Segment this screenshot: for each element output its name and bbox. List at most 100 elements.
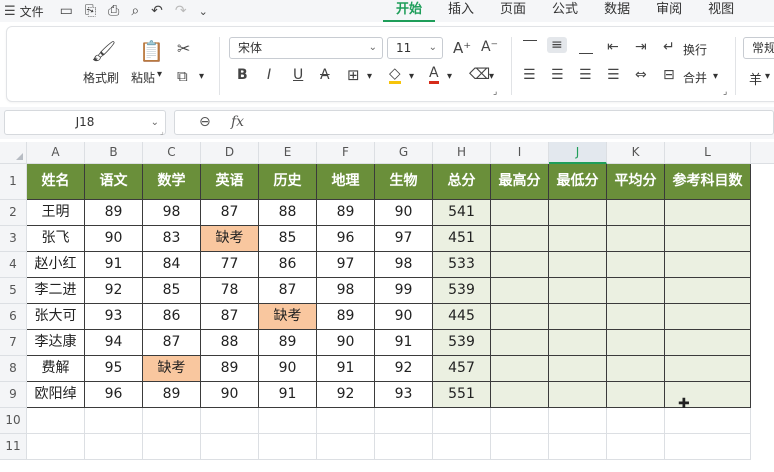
distributed-icon[interactable]: ⇔ [635,67,647,83]
table-cell[interactable]: 96 [317,226,375,252]
row-header-9[interactable]: 9 [0,382,27,408]
table-cell[interactable]: 92 [317,382,375,408]
empty-cell[interactable] [549,434,607,460]
column-header-J[interactable]: J [549,142,607,164]
row-header-3[interactable]: 3 [0,226,27,252]
table-cell[interactable] [491,304,549,330]
table-cell[interactable] [607,252,665,278]
increase-font-icon[interactable]: A⁺ [453,39,471,57]
table-cell[interactable]: 97 [375,226,433,252]
table-cell[interactable] [491,252,549,278]
table-cell[interactable]: 费解 [27,356,85,382]
table-cell[interactable]: 91 [375,330,433,356]
table-cell[interactable]: 89 [317,200,375,226]
merge-dropdown-icon[interactable]: ▾ [713,71,718,82]
table-header-cell[interactable]: 历史 [259,164,317,200]
empty-cell[interactable] [259,434,317,460]
table-cell[interactable]: 457 [433,356,491,382]
file-menu[interactable]: 文件 [16,3,48,20]
align-right-icon[interactable]: ☰ [579,67,592,83]
table-cell[interactable]: 87 [201,304,259,330]
empty-cell[interactable] [317,434,375,460]
table-cell[interactable]: 85 [259,226,317,252]
table-cell[interactable] [607,356,665,382]
formula-input[interactable]: ⊖ fx [174,110,774,135]
table-cell[interactable]: 93 [375,382,433,408]
empty-cell[interactable] [433,408,491,434]
empty-cell[interactable] [317,408,375,434]
align-bottom-icon[interactable]: ⎽ [579,39,593,55]
paste-icon[interactable]: 📋 [139,39,164,63]
table-cell[interactable]: 90 [375,304,433,330]
column-header-A[interactable]: A [27,142,85,164]
empty-cell[interactable] [27,408,85,434]
table-header-cell[interactable]: 数学 [143,164,201,200]
table-cell[interactable]: 缺考 [259,304,317,330]
table-cell[interactable] [549,252,607,278]
table-cell[interactable]: 89 [143,382,201,408]
table-cell[interactable]: 李二进 [27,278,85,304]
table-cell[interactable]: 91 [85,252,143,278]
table-cell[interactable] [549,330,607,356]
table-header-cell[interactable]: 总分 [433,164,491,200]
merge-icon[interactable]: ⊟ [663,67,675,83]
tab-1[interactable]: 插入 [435,0,487,22]
column-header-H[interactable]: H [433,142,491,164]
table-cell[interactable]: 99 [375,278,433,304]
table-cell[interactable]: 88 [201,330,259,356]
decrease-font-icon[interactable]: A⁻ [481,39,498,55]
chevron-down-icon[interactable]: ⌄ [199,5,208,18]
table-cell[interactable]: 539 [433,330,491,356]
empty-cell[interactable] [143,434,201,460]
table-cell[interactable]: 欧阳绰 [27,382,85,408]
table-cell[interactable]: 86 [259,252,317,278]
empty-cell[interactable] [375,434,433,460]
column-header-C[interactable]: C [143,142,201,164]
copy-icon[interactable]: ⧉ [177,67,188,85]
table-cell[interactable]: 缺考 [143,356,201,382]
border-icon[interactable]: ⊞ [347,66,360,84]
format-painter-icon[interactable]: 🖌 [91,39,116,63]
font-size-select[interactable]: 11 ⌄ [387,37,443,59]
table-cell[interactable]: 张飞 [27,226,85,252]
empty-cell[interactable] [85,434,143,460]
table-header-cell[interactable]: 地理 [317,164,375,200]
hamburger-icon[interactable]: ☰ [4,4,16,19]
table-cell[interactable] [491,226,549,252]
table-cell[interactable] [491,278,549,304]
table-cell[interactable] [491,382,549,408]
table-cell[interactable]: 96 [85,382,143,408]
empty-cell[interactable] [491,408,549,434]
name-box[interactable]: J18 ⌄ [4,110,166,135]
print-preview-icon[interactable]: ⌕ [131,3,139,19]
resize-handle-icon[interactable]: ⌟ [160,127,164,136]
table-cell[interactable]: 91 [317,356,375,382]
column-header-K[interactable]: K [607,142,665,164]
fill-color-dropdown-icon[interactable]: ▾ [409,71,414,82]
row-header-1[interactable]: 1 [0,164,27,200]
table-cell[interactable] [665,278,751,304]
table-cell[interactable]: 541 [433,200,491,226]
table-cell[interactable] [607,200,665,226]
table-header-cell[interactable]: 平均分 [607,164,665,200]
table-cell[interactable]: 89 [85,200,143,226]
clear-format-icon[interactable]: ⌫ [469,65,490,83]
font-color-icon[interactable]: A [429,65,439,84]
font-name-select[interactable]: 宋体 ⌄ [229,37,383,59]
paste-button[interactable]: 粘贴 [131,69,155,86]
row-header-7[interactable]: 7 [0,330,27,356]
table-cell[interactable]: 445 [433,304,491,330]
merge-button[interactable]: 合并 [683,69,707,86]
increase-indent-icon[interactable]: ⇥ [635,39,647,55]
redo-icon[interactable]: ↷ [175,3,187,19]
table-cell[interactable] [491,330,549,356]
row-header-4[interactable]: 4 [0,252,27,278]
strikethrough-icon[interactable]: A [320,67,330,83]
number-format-select[interactable]: 常规 [743,37,774,59]
column-header-D[interactable]: D [201,142,259,164]
tab-6[interactable]: 视图 [695,0,747,22]
table-cell[interactable]: 94 [85,330,143,356]
table-header-cell[interactable]: 参考科目数 [665,164,751,200]
table-cell[interactable]: 87 [259,278,317,304]
table-cell[interactable] [549,356,607,382]
